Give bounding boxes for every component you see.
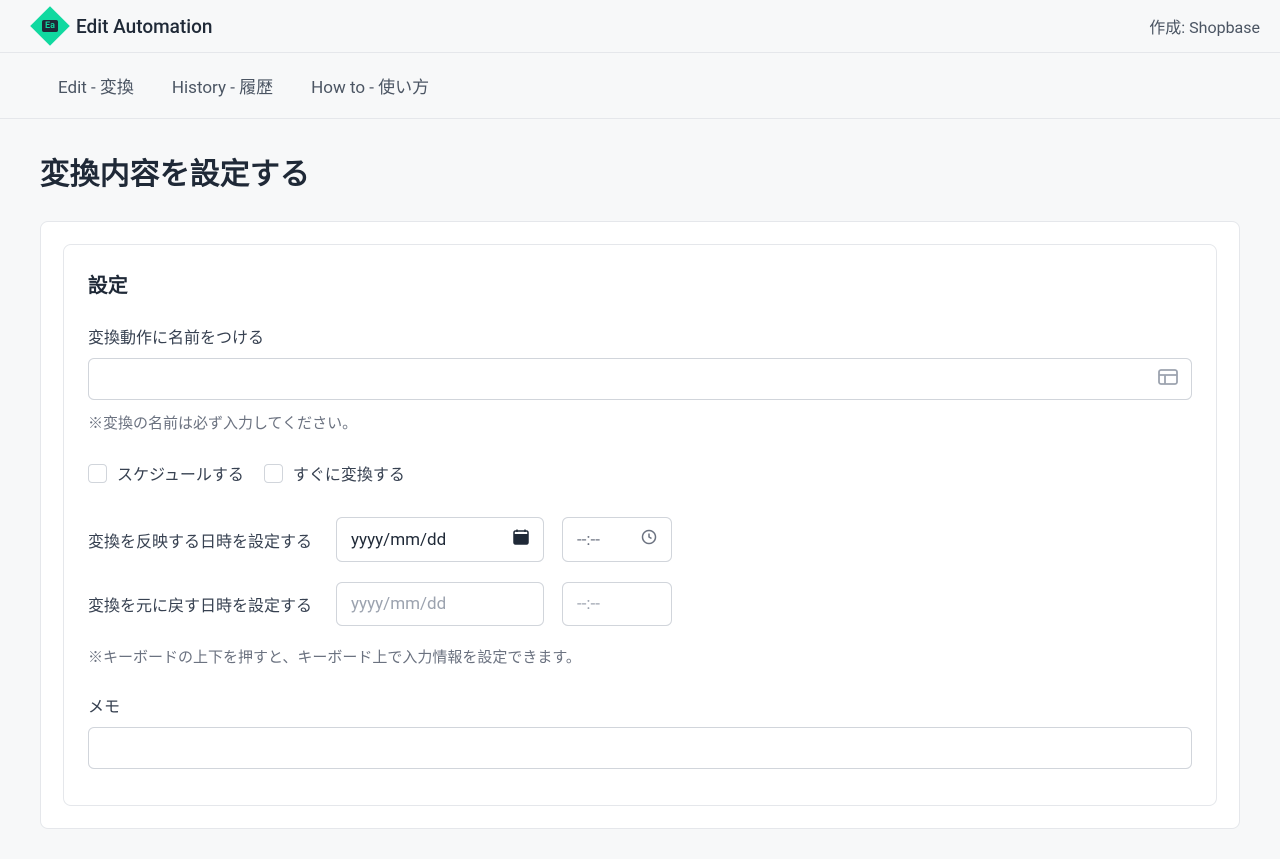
memo-input-wrapper [88, 727, 1192, 769]
name-helper-text: ※変換の名前は必ず入力してください。 [88, 412, 1192, 433]
checkbox-schedule-item: スケジュールする [88, 461, 244, 485]
name-input[interactable] [88, 358, 1192, 400]
keyboard-helper-text: ※キーボードの上下を押すと、キーボード上で入力情報を設定できます。 [88, 646, 1192, 667]
section-title: 設定 [88, 269, 1192, 298]
revert-date-input[interactable]: yyyy/mm/dd [336, 582, 544, 626]
apply-date-value: yyyy/mm/dd [351, 530, 446, 550]
settings-card: 設定 変換動作に名前をつける ※変換の名前は必ず入力してください。 スケジュール… [63, 244, 1217, 806]
apply-time-input[interactable]: --:-- [562, 517, 672, 562]
calendar-icon [513, 529, 529, 550]
revert-time-input[interactable]: --:-- [562, 582, 672, 626]
header-left: Ea Edit Automation [36, 12, 212, 40]
apply-time-value: --:-- [577, 530, 600, 550]
app-title: Edit Automation [76, 15, 212, 38]
revert-date-row: 変換を元に戻す日時を設定する yyyy/mm/dd --:-- [88, 582, 1192, 626]
checkbox-immediate-label: すぐに変換する [293, 461, 405, 485]
memo-input[interactable] [88, 727, 1192, 769]
checkbox-row: スケジュールする すぐに変換する [88, 461, 1192, 485]
content: 変換内容を設定する 設定 変換動作に名前をつける ※変換の名前は必ず入力してくだ… [0, 119, 1280, 859]
header: Ea Edit Automation 作成: Shopbase [0, 0, 1280, 53]
apply-date-label: 変換を反映する日時を設定する [88, 528, 318, 552]
checkbox-schedule-label: スケジュールする [117, 461, 244, 485]
clock-icon [641, 529, 657, 550]
page-title: 変換内容を設定する [40, 149, 1240, 193]
name-input-wrapper [88, 358, 1192, 400]
app-logo: Ea [30, 6, 70, 46]
name-field-label: 変換動作に名前をつける [88, 324, 1192, 348]
checkbox-schedule[interactable] [88, 464, 107, 483]
checkbox-immediate-item: すぐに変換する [264, 461, 405, 485]
nav-tabs: Edit - 変換 History - 履歴 How to - 使い方 [0, 53, 1280, 119]
checkbox-immediate[interactable] [264, 464, 283, 483]
revert-time-value: --:-- [577, 594, 600, 614]
tab-edit[interactable]: Edit - 変換 [58, 73, 134, 98]
apply-date-input[interactable]: yyyy/mm/dd [336, 517, 544, 562]
outer-card: 設定 変換動作に名前をつける ※変換の名前は必ず入力してください。 スケジュール… [40, 221, 1240, 829]
revert-date-label: 変換を元に戻す日時を設定する [88, 592, 318, 616]
revert-date-value: yyyy/mm/dd [351, 594, 446, 614]
memo-label: メモ [88, 693, 1192, 717]
tab-history[interactable]: History - 履歴 [172, 73, 273, 98]
form-icon [1158, 369, 1178, 389]
tab-howto[interactable]: How to - 使い方 [311, 73, 429, 98]
apply-date-row: 変換を反映する日時を設定する yyyy/mm/dd --:-- [88, 517, 1192, 562]
created-by-label: 作成: Shopbase [1149, 14, 1260, 38]
